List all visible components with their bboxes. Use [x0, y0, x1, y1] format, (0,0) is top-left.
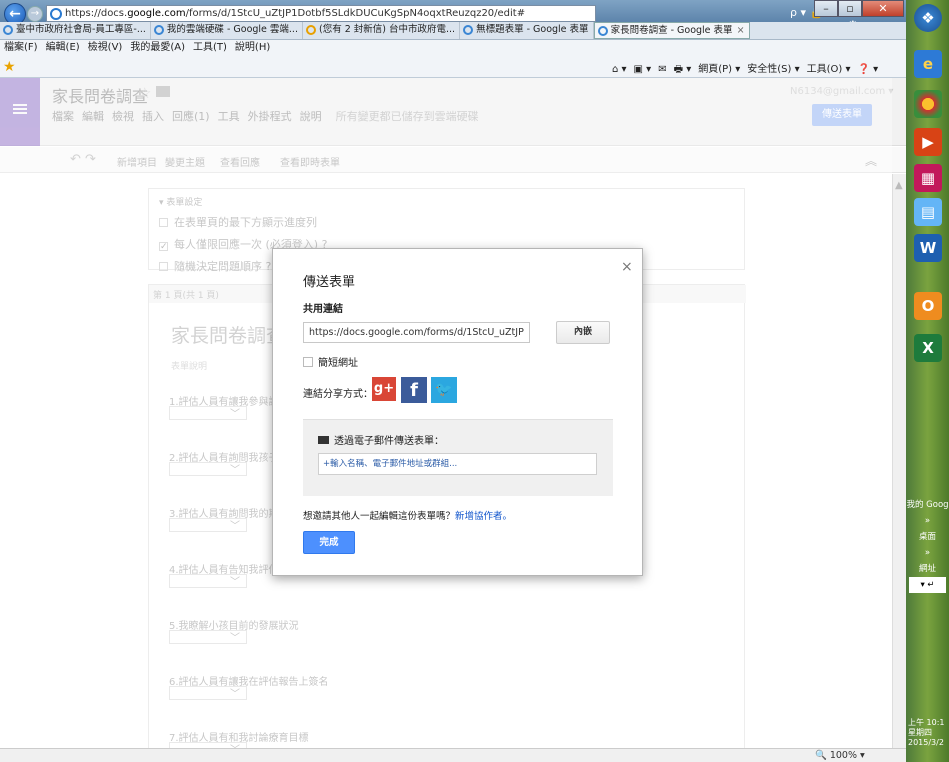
menu-file[interactable]: 檔案(F)	[4, 42, 38, 53]
browser-title-bar: ← → https://docs.google.com/forms/d/1Stc…	[0, 0, 906, 34]
taskbar-google-toolbar[interactable]: 我的 Goog	[906, 497, 949, 513]
share-via-label: 連結分享方式：	[303, 389, 373, 400]
outlook-taskbar-icon[interactable]: O	[914, 292, 942, 320]
tab-favicon-icon	[597, 26, 608, 36]
scroll-up-icon[interactable]: ▲	[895, 180, 903, 191]
short-url-label: 簡短網址	[318, 358, 358, 369]
home-command[interactable]: ⌂ ▾	[612, 64, 627, 75]
clock-day: 星期四	[908, 728, 932, 737]
facebook-icon[interactable]: f	[401, 377, 427, 403]
url-domain: google.com	[127, 8, 186, 19]
dialog-title: 傳送表單	[303, 275, 356, 290]
app-taskbar-icon[interactable]: ▦	[914, 164, 942, 192]
short-url-checkbox[interactable]: 簡短網址	[303, 354, 358, 369]
tab-parent-survey[interactable]: 家長問卷調查 - Google 表單 ×	[593, 22, 750, 39]
email-label-text: 透過電子郵件傳送表單：	[334, 436, 444, 447]
feeds-command[interactable]: ▣ ▾	[634, 64, 652, 75]
zoom-level[interactable]: 🔍 100% ▾	[815, 749, 865, 762]
tab-favicon-icon	[153, 25, 164, 35]
menu-help[interactable]: 說明(H)	[235, 42, 270, 53]
tab-social-bureau[interactable]: 臺中市政府社會局-員工專區-...	[0, 22, 151, 39]
share-link-label: 共用連結	[303, 304, 343, 315]
collaborator-prompt: 想邀請其他人一起編輯這份表單嗎？新增協作者。	[303, 508, 512, 522]
taskbar-expand[interactable]: »	[906, 545, 949, 561]
command-bar: ★ ⌂ ▾ ▣ ▾ ✉ 🖶 ▾ 網頁(P) ▾ 安全性(S) ▾ 工具(O) ▾ ❓ ▾	[0, 56, 906, 78]
page-scrollbar[interactable]: ▲	[892, 174, 906, 748]
close-window-button[interactable]: ✕	[862, 0, 904, 17]
media-player-icon[interactable]: ▶	[914, 128, 942, 156]
word-taskbar-icon[interactable]: W	[914, 234, 942, 262]
tab-favicon-icon	[305, 25, 316, 35]
tab-label: (您有 2 封新信) 台中市政府電...	[318, 24, 456, 35]
envelope-icon	[318, 436, 329, 444]
embed-button[interactable]: 內嵌	[556, 321, 610, 344]
window-controls: – ▫ ✕	[814, 0, 904, 18]
mail-command[interactable]: ✉	[658, 64, 666, 75]
tab-untitled-form[interactable]: 無標題表單 - Google 表單	[460, 22, 594, 39]
taskbar-address-input[interactable]: ▾ ↵	[909, 577, 946, 593]
menu-tools[interactable]: 工具(T)	[193, 42, 227, 53]
tab-label: 家長問卷調查 - Google 表單	[610, 25, 733, 36]
maximize-button[interactable]: ▫	[838, 0, 862, 17]
checkbox-icon	[303, 357, 313, 367]
explorer-taskbar-icon[interactable]: ▤	[914, 198, 942, 226]
tab-google-drive[interactable]: 我的雲端硬碟 - Google 雲端...	[151, 22, 303, 39]
tab-label: 臺中市政府社會局-員工專區-...	[16, 24, 146, 35]
add-collaborators-link[interactable]: 新增協作者。	[455, 511, 512, 522]
tab-label: 我的雲端硬碟 - Google 雲端...	[166, 24, 298, 35]
taskbar-toolbars: 我的 Goog » 桌面 » 網址 ▾ ↵	[906, 497, 949, 593]
share-link-field[interactable]	[303, 322, 530, 343]
close-icon[interactable]: ×	[621, 259, 633, 275]
taskbar-expand[interactable]: »	[906, 513, 949, 529]
forward-button[interactable]: →	[27, 6, 43, 22]
clock-time: 上午 10:1	[908, 718, 945, 727]
url-prefix: https://docs.	[65, 8, 128, 19]
tools-command[interactable]: 工具(O) ▾	[807, 64, 851, 75]
ie-favicon-icon	[50, 8, 62, 20]
email-section: 透過電子郵件傳送表單： +輸入名稱、電子郵件地址或群組...	[303, 419, 613, 496]
tab-mail[interactable]: (您有 2 封新信) 台中市政府電...	[303, 22, 461, 39]
email-label: 透過電子郵件傳送表單：	[318, 432, 444, 447]
favorites-star-icon[interactable]: ★	[3, 59, 16, 75]
start-button-icon[interactable]: ❖	[914, 4, 942, 32]
tab-favicon-icon	[463, 25, 474, 35]
collaborator-question: 想邀請其他人一起編輯這份表單嗎？	[303, 511, 456, 522]
command-buttons: ⌂ ▾ ▣ ▾ ✉ 🖶 ▾ 網頁(P) ▾ 安全性(S) ▾ 工具(O) ▾ ❓ ▾	[612, 60, 885, 79]
page-command[interactable]: 網頁(P) ▾	[698, 64, 740, 75]
twitter-icon[interactable]: 🐦	[431, 377, 457, 403]
minimize-button[interactable]: –	[814, 0, 838, 17]
clock-date: 2015/3/2	[908, 738, 944, 747]
system-clock[interactable]: 上午 10:1 星期四 2015/3/2	[906, 718, 949, 748]
tab-favicon-icon	[3, 25, 13, 35]
browser-menu-bar: 檔案(F) 編輯(E) 檢視(V) 我的最愛(A) 工具(T) 說明(H)	[0, 40, 906, 56]
email-recipients-input[interactable]: +輸入名稱、電子郵件地址或群組...	[318, 453, 597, 475]
excel-taskbar-icon[interactable]: X	[914, 334, 942, 362]
browser-status-bar: 🔍 100% ▾	[0, 748, 906, 762]
chrome-taskbar-icon[interactable]	[914, 90, 942, 118]
windows-taskbar: ❖ e ▶ ▦ ▤ W O X 我的 Goog » 桌面 » 網址 ▾ ↵ 上午…	[906, 0, 949, 762]
taskbar-desktop[interactable]: 桌面	[906, 529, 949, 545]
google-plus-icon[interactable]: g+	[372, 377, 396, 401]
menu-favorites[interactable]: 我的最愛(A)	[130, 42, 185, 53]
safety-command[interactable]: 安全性(S) ▾	[747, 64, 799, 75]
menu-view[interactable]: 檢視(V)	[88, 42, 123, 53]
tab-label: 無標題表單 - Google 表單	[476, 24, 589, 35]
menu-edit[interactable]: 編輯(E)	[46, 42, 80, 53]
ie-taskbar-icon[interactable]: e	[914, 50, 942, 78]
send-form-dialog: 傳送表單 × 共用連結 內嵌 簡短網址 連結分享方式： g+ f 🐦 透過電子郵…	[272, 248, 643, 576]
taskbar-address-label: 網址	[918, 564, 936, 574]
tab-close-icon[interactable]: ×	[737, 23, 745, 39]
url-path: /forms/d/1StcU_uZtJP1Dotbf5SLdkDUCuKgSpN…	[185, 8, 526, 19]
address-bar[interactable]: https://docs.google.com/forms/d/1StcU_uZ…	[46, 5, 596, 22]
done-button[interactable]: 完成	[303, 531, 355, 554]
help-command[interactable]: ❓ ▾	[858, 64, 879, 75]
print-command[interactable]: 🖶 ▾	[674, 64, 692, 75]
tab-strip: 臺中市政府社會局-員工專區-... 我的雲端硬碟 - Google 雲端... (您…	[0, 22, 906, 40]
